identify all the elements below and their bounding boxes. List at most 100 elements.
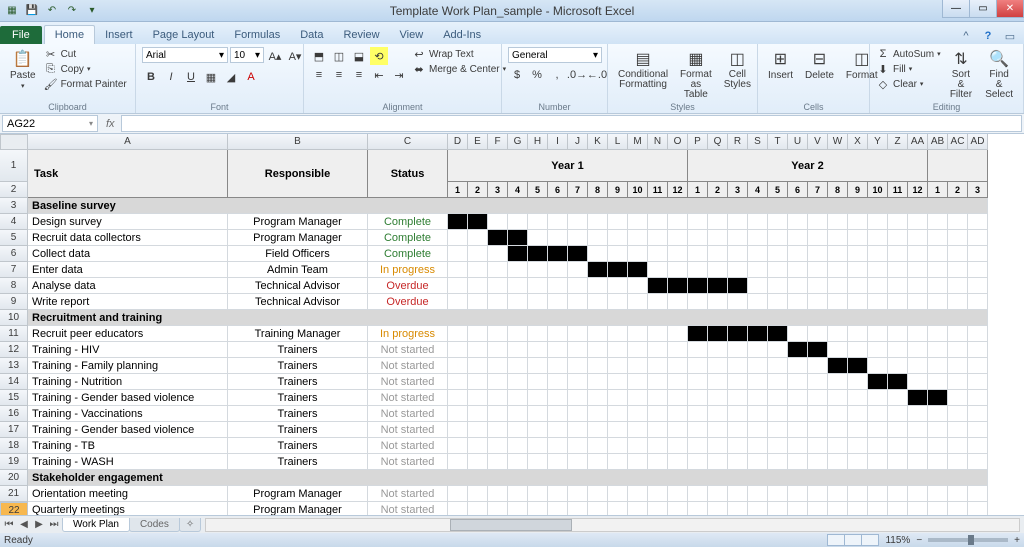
cell[interactable] xyxy=(548,214,568,230)
cell[interactable] xyxy=(668,326,688,342)
cell[interactable] xyxy=(708,246,728,262)
cell[interactable] xyxy=(848,294,868,310)
cell[interactable] xyxy=(868,454,888,470)
cell[interactable] xyxy=(848,422,868,438)
cell[interactable] xyxy=(588,502,608,515)
cell[interactable] xyxy=(508,326,528,342)
cell[interactable] xyxy=(568,278,588,294)
cell[interactable] xyxy=(568,486,588,502)
cell[interactable] xyxy=(448,230,468,246)
cell[interactable] xyxy=(848,342,868,358)
cell[interactable] xyxy=(588,390,608,406)
cell[interactable] xyxy=(688,230,708,246)
cell[interactable] xyxy=(668,214,688,230)
cell-styles-button[interactable]: ◫Cell Styles xyxy=(720,47,755,92)
cell[interactable]: Write report xyxy=(28,294,228,310)
page-layout-view-button[interactable] xyxy=(844,534,862,546)
row-header[interactable]: 3 xyxy=(0,198,28,214)
cell[interactable] xyxy=(848,262,868,278)
cell[interactable] xyxy=(528,406,548,422)
cell[interactable] xyxy=(468,422,488,438)
cell[interactable] xyxy=(708,390,728,406)
cell[interactable] xyxy=(648,502,668,515)
help-icon[interactable]: ? xyxy=(980,28,996,44)
cell[interactable] xyxy=(948,262,968,278)
cell[interactable] xyxy=(688,342,708,358)
cell[interactable] xyxy=(568,358,588,374)
cell[interactable] xyxy=(948,342,968,358)
cell[interactable] xyxy=(748,214,768,230)
cell[interactable] xyxy=(768,374,788,390)
cell[interactable] xyxy=(868,358,888,374)
find-select-button[interactable]: 🔍Find & Select xyxy=(981,47,1017,102)
cell[interactable] xyxy=(648,326,668,342)
cell[interactable] xyxy=(768,246,788,262)
cell[interactable] xyxy=(848,502,868,515)
cell[interactable] xyxy=(468,486,488,502)
cell[interactable] xyxy=(788,358,808,374)
cell[interactable]: Training Manager xyxy=(228,326,368,342)
cell[interactable] xyxy=(788,262,808,278)
cell[interactable]: Training - Gender based violence xyxy=(28,422,228,438)
cell[interactable] xyxy=(948,214,968,230)
cell[interactable]: Program Manager xyxy=(228,230,368,246)
cell[interactable] xyxy=(788,422,808,438)
cell[interactable] xyxy=(628,342,648,358)
cell[interactable] xyxy=(688,454,708,470)
cell[interactable] xyxy=(668,358,688,374)
cell[interactable] xyxy=(528,390,548,406)
cell[interactable] xyxy=(788,326,808,342)
cell[interactable] xyxy=(908,422,928,438)
cell[interactable] xyxy=(668,390,688,406)
cell[interactable]: Overdue xyxy=(368,294,448,310)
cell[interactable] xyxy=(528,214,548,230)
cell[interactable]: 12 xyxy=(668,182,688,198)
cell[interactable] xyxy=(728,278,748,294)
column-header[interactable]: R xyxy=(728,134,748,150)
cell[interactable] xyxy=(728,214,748,230)
italic-button[interactable]: I xyxy=(162,68,180,86)
column-header[interactable]: E xyxy=(468,134,488,150)
cell[interactable] xyxy=(768,214,788,230)
cell[interactable] xyxy=(828,342,848,358)
cell[interactable] xyxy=(468,262,488,278)
column-header[interactable]: B xyxy=(228,134,368,150)
cell[interactable] xyxy=(708,326,728,342)
cell[interactable]: Trainers xyxy=(228,422,368,438)
cell[interactable] xyxy=(628,214,648,230)
cell[interactable] xyxy=(648,438,668,454)
cell[interactable] xyxy=(768,438,788,454)
row-header[interactable]: 8 xyxy=(0,278,28,294)
cell[interactable] xyxy=(508,438,528,454)
grow-font-button[interactable]: A▴ xyxy=(266,47,284,65)
row-header[interactable]: 1 xyxy=(0,150,28,182)
fill-button[interactable]: ⬇Fill▾ xyxy=(876,62,941,76)
cell[interactable] xyxy=(628,278,648,294)
format-painter-button[interactable]: 🖌Format Painter xyxy=(44,77,127,91)
row-header[interactable]: 5 xyxy=(0,230,28,246)
cell[interactable] xyxy=(548,374,568,390)
cell[interactable] xyxy=(468,294,488,310)
cell[interactable] xyxy=(808,358,828,374)
cell[interactable]: Not started xyxy=(368,406,448,422)
row-header[interactable]: 11 xyxy=(0,326,28,342)
cell[interactable]: 6 xyxy=(548,182,568,198)
cell[interactable] xyxy=(888,406,908,422)
page-break-view-button[interactable] xyxy=(861,534,879,546)
cell[interactable] xyxy=(508,390,528,406)
increase-decimal-button[interactable]: .0→ xyxy=(568,66,586,84)
cell[interactable]: Complete xyxy=(368,230,448,246)
cell[interactable] xyxy=(688,326,708,342)
cell[interactable] xyxy=(808,406,828,422)
cell[interactable] xyxy=(508,294,528,310)
cell[interactable] xyxy=(948,374,968,390)
cell[interactable] xyxy=(948,358,968,374)
cell[interactable]: 11 xyxy=(648,182,668,198)
font-name-select[interactable]: Arial▾ xyxy=(142,47,228,63)
cell[interactable] xyxy=(628,454,648,470)
cell[interactable] xyxy=(848,326,868,342)
underline-button[interactable]: U xyxy=(182,68,200,86)
cell[interactable] xyxy=(708,406,728,422)
cell[interactable]: Not started xyxy=(368,486,448,502)
cell[interactable] xyxy=(548,486,568,502)
